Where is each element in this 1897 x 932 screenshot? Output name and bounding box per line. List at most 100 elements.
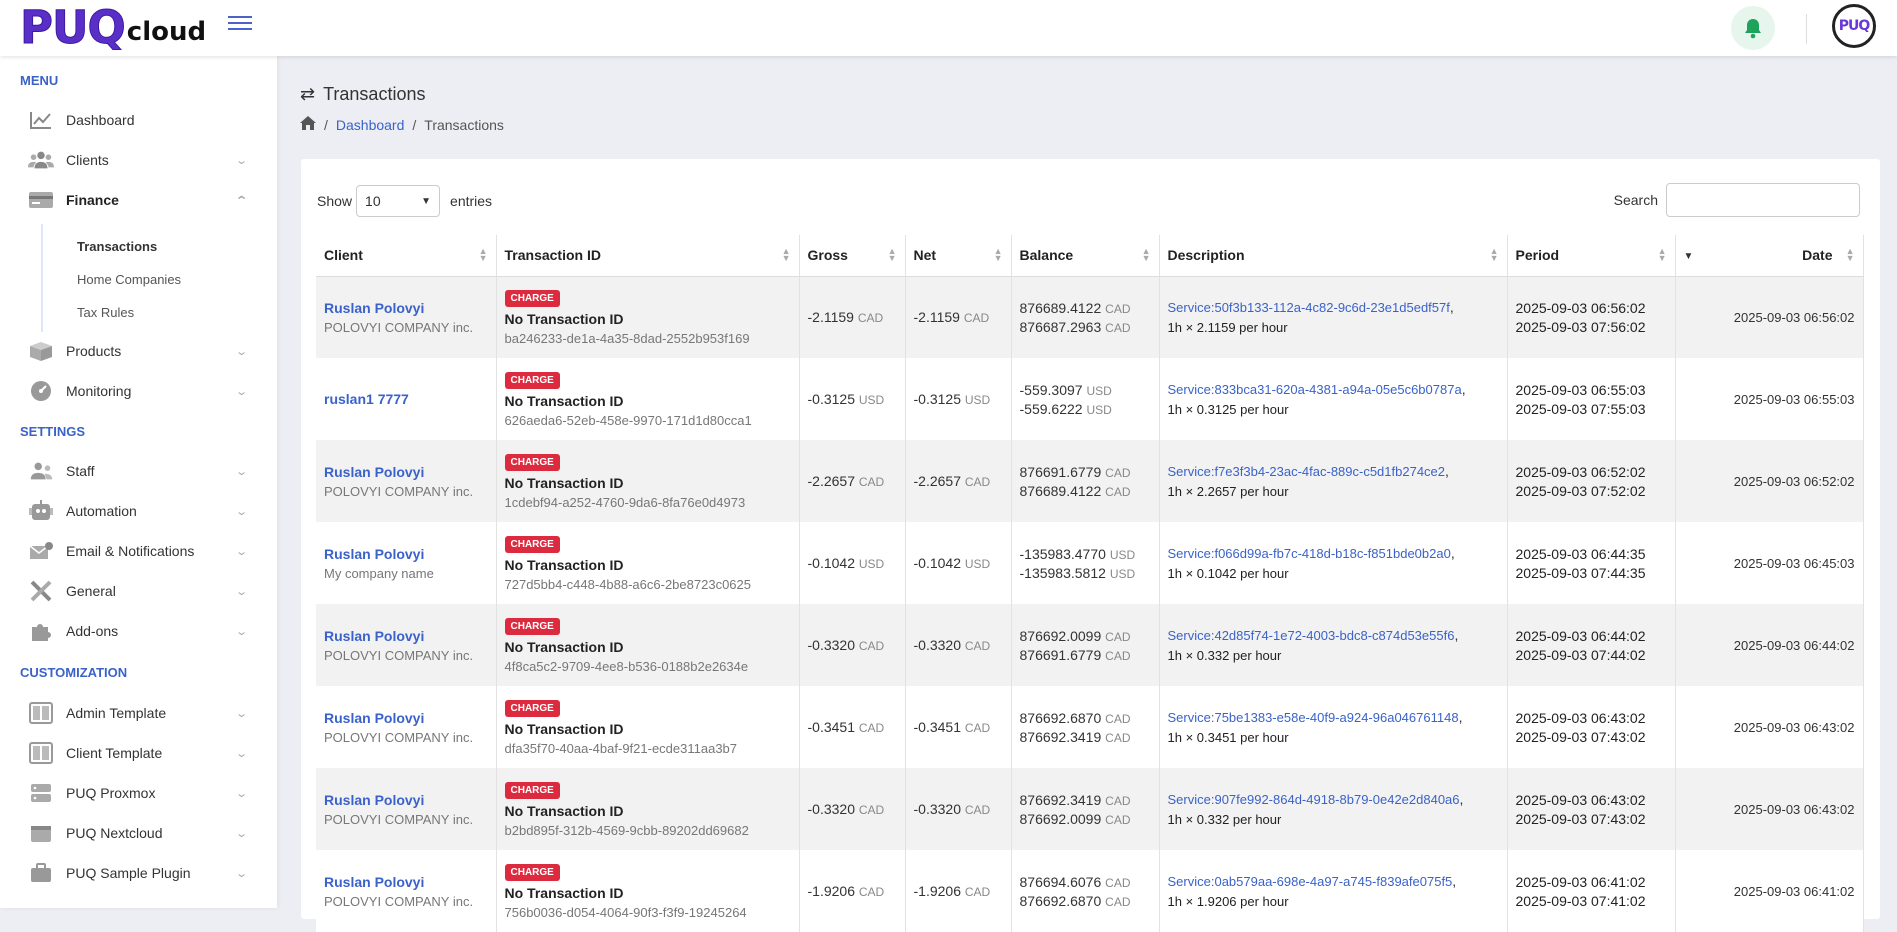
col-period[interactable]: Period ▲ ▼ — [1507, 235, 1676, 277]
client-link[interactable]: Ruslan Polovyi — [324, 464, 488, 480]
period-end: 2025-09-03 07:44:35 — [1515, 564, 1646, 581]
currency: CAD — [858, 803, 885, 817]
col-description[interactable]: Description ▲ ▼ — [1159, 235, 1508, 277]
page-size-select[interactable]: 10 ▼ — [356, 185, 441, 217]
sidebar-item-dashboard[interactable]: Dashboard — [28, 104, 246, 136]
gross-value: -1.9206 — [807, 883, 855, 899]
sidebar-item-label: PUQ Nextcloud — [66, 825, 163, 841]
transaction-uuid: ba246233-de1a-4a35-8dad-2552b953f169 — [504, 331, 750, 347]
table-row[interactable]: Ruslan Polovyi POLOVYI COMPANY inc. CHARGE… — [316, 686, 1864, 768]
gross-value: -0.3125 — [807, 391, 855, 407]
client-link[interactable]: Ruslan Polovyi — [324, 300, 488, 316]
service-link[interactable]: Service:833bca31-620a-4381-a94a-05e5c6b0… — [1168, 382, 1462, 397]
transaction-id: No Transaction ID — [504, 311, 624, 328]
charge-badge: CHARGE — [504, 372, 560, 389]
service-link[interactable]: Service:50f3b133-112a-4c82-9c6d-23e1d5ed… — [1168, 300, 1450, 315]
sidebar-item-label: Client Template — [66, 745, 163, 761]
balance-after: 876689.4122 — [1019, 482, 1102, 499]
table-row[interactable]: Ruslan Polovyi POLOVYI COMPANY inc. CHARGE… — [316, 604, 1864, 686]
sidebar-subitem-home-companies[interactable]: Home Companies — [77, 272, 181, 287]
client-link[interactable]: Ruslan Polovyi — [324, 792, 488, 808]
service-link[interactable]: Service:42d85f74-1e72-4003-bdc8-c874d53e… — [1168, 628, 1455, 643]
search-input[interactable] — [1666, 183, 1860, 217]
table-row[interactable]: ruslan1 7777 CHARGE No Transaction ID 626ae… — [316, 358, 1864, 440]
col-date[interactable]: ▼ Date ▲ ▼ — [1675, 235, 1864, 277]
cell-balance: 876692.6870 CAD 876692.3419 CAD — [1011, 686, 1160, 768]
comma: , — [1454, 627, 1459, 643]
sidebar-item-monitoring[interactable]: Monitoring ⌄ — [28, 375, 248, 407]
layout-icon — [28, 702, 54, 724]
currency: CAD — [1105, 629, 1131, 644]
col-balance[interactable]: Balance ▲ ▼ — [1011, 235, 1160, 277]
cell-transaction: CHARGE No Transaction ID b2bd895f-312b-456… — [496, 768, 800, 850]
sidebar-item-admin-template[interactable]: Admin Template ⌄ — [28, 697, 248, 729]
sidebar-item-label: Add-ons — [66, 623, 119, 639]
notifications-bell-icon[interactable] — [1731, 6, 1775, 50]
col-transaction-id[interactable]: Transaction ID ▲ ▼ — [496, 235, 800, 277]
sidebar-item-email-notifications[interactable]: Email & Notifications ⌄ — [28, 535, 248, 567]
cell-balance: 876691.6779 CAD 876689.4122 CAD — [1011, 440, 1160, 522]
sidebar-item-client-template[interactable]: Client Template ⌄ — [28, 737, 248, 769]
client-link[interactable]: Ruslan Polovyi — [324, 874, 488, 890]
menu-toggle-icon[interactable] — [228, 16, 252, 34]
transaction-id: No Transaction ID — [504, 885, 624, 901]
client-company: POLOVYI COMPANY inc. — [324, 647, 474, 663]
breadcrumb-dashboard[interactable]: Dashboard — [336, 117, 405, 133]
cell-transaction: CHARGE No Transaction ID ba246233-de1a-4a3… — [496, 276, 800, 358]
home-icon[interactable] — [300, 116, 316, 133]
col-label: Date — [1802, 247, 1833, 264]
sidebar-item-puq-proxmox[interactable]: PUQ Proxmox ⌄ — [28, 777, 248, 809]
period-start: 2025-09-03 06:44:35 — [1515, 545, 1646, 562]
service-link[interactable]: Service:907fe992-864d-4918-8b79-0e42e2d8… — [1168, 792, 1460, 807]
currency: CAD — [1105, 730, 1131, 745]
breadcrumb: / Dashboard / Transactions — [300, 116, 504, 133]
table-row[interactable]: Ruslan Polovyi My company name CHARGE No Tr… — [316, 522, 1864, 604]
table-row[interactable]: Ruslan Polovyi POLOVYI COMPANY inc. CHARGE… — [316, 440, 1864, 522]
table-row[interactable]: Ruslan Polovyi POLOVYI COMPANY inc. CHARGE… — [316, 850, 1864, 932]
service-link[interactable]: Service:f7e3f3b4-23ac-4fac-889c-c5d1fb27… — [1168, 464, 1446, 479]
sidebar-subitem-transactions[interactable]: Transactions — [77, 239, 157, 254]
user-avatar[interactable]: PUQ — [1832, 4, 1876, 48]
service-link[interactable]: Service:f066d99a-fb7c-418d-b18c-f851bde0… — [1168, 546, 1451, 561]
sidebar-item-products[interactable]: Products ⌄ — [28, 335, 248, 367]
col-net[interactable]: Net ▲ ▼ — [905, 235, 1012, 277]
client-link[interactable]: Ruslan Polovyi — [324, 710, 488, 726]
credit-card-icon — [28, 189, 54, 211]
sidebar-item-staff[interactable]: Staff ⌄ — [28, 455, 248, 487]
table-row[interactable]: Ruslan Polovyi POLOVYI COMPANY inc. CHARGE… — [316, 276, 1864, 358]
sidebar-item-finance[interactable]: Finance ⌃ — [28, 184, 248, 216]
cell-net: -0.3451 CAD — [905, 686, 1012, 768]
sidebar-item-label: PUQ Sample Plugin — [66, 865, 191, 881]
chevron-down-icon: ▼ — [421, 195, 432, 207]
cell-date: 2025-09-03 06:52:02 — [1675, 440, 1864, 522]
service-link[interactable]: Service:75be1383-e58e-40f9-a924-96a04676… — [1168, 710, 1459, 725]
client-link[interactable]: Ruslan Polovyi — [324, 628, 488, 644]
sidebar-item-puq-nextcloud[interactable]: PUQ Nextcloud ⌄ — [28, 817, 248, 849]
table-row[interactable]: Ruslan Polovyi POLOVYI COMPANY inc. CHARGE… — [316, 768, 1864, 850]
cell-gross: -2.1159 CAD — [799, 276, 906, 358]
currency: CAD — [858, 639, 885, 653]
charge-badge: CHARGE — [504, 782, 560, 799]
cell-transaction: CHARGE No Transaction ID dfa35f70-40aa-4ba… — [496, 686, 800, 768]
cell-balance: 876694.6076 CAD 876692.6870 CAD — [1011, 850, 1160, 932]
logo[interactable]: PUQ cloud — [20, 2, 207, 52]
users-icon — [28, 149, 54, 171]
comma: , — [1459, 791, 1464, 807]
col-gross[interactable]: Gross ▲ ▼ — [799, 235, 906, 277]
sidebar-item-clients[interactable]: Clients ⌄ — [28, 144, 248, 176]
sidebar-item-general[interactable]: General ⌄ — [28, 575, 248, 607]
charge-badge: CHARGE — [504, 864, 560, 881]
rate-text: 1h × 2.1159 per hour — [1167, 320, 1288, 336]
client-link[interactable]: Ruslan Polovyi — [324, 546, 488, 562]
transaction-id: No Transaction ID — [504, 639, 624, 655]
sidebar-item-puq-sample-plugin[interactable]: PUQ Sample Plugin ⌄ — [28, 857, 248, 889]
sidebar-item-add-ons[interactable]: Add-ons ⌄ — [28, 615, 248, 647]
sidebar-subitem-tax-rules[interactable]: Tax Rules — [77, 305, 134, 320]
service-link[interactable]: Service:0ab579aa-698e-4a97-a745-f839afe0… — [1168, 874, 1453, 889]
cell-description: Service:0ab579aa-698e-4a97-a745-f839afe0… — [1159, 850, 1508, 932]
col-client[interactable]: Client ▲ ▼ — [316, 235, 497, 277]
sidebar-item-label: Email & Notifications — [66, 543, 195, 559]
sidebar-item-automation[interactable]: Automation ⌄ — [28, 495, 248, 527]
client-link[interactable]: ruslan1 7777 — [324, 391, 488, 407]
cell-client: Ruslan Polovyi POLOVYI COMPANY inc. — [316, 686, 497, 768]
